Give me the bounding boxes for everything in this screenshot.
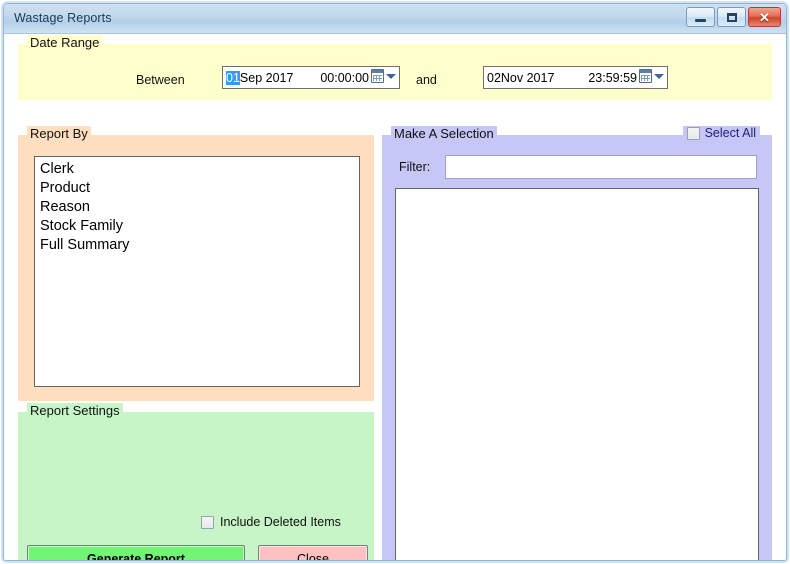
minimize-button[interactable] — [686, 7, 715, 27]
filter-input[interactable] — [445, 155, 757, 179]
close-button[interactable]: Close — [258, 545, 368, 560]
start-date-dropdown-button[interactable] — [371, 69, 396, 83]
window-title: Wastage Reports — [14, 11, 112, 25]
select-all-checkbox-row[interactable]: Select All — [682, 126, 760, 140]
select-all-label: Select All — [704, 126, 756, 140]
maximize-button[interactable] — [717, 7, 746, 27]
list-item[interactable]: Reason — [38, 198, 359, 217]
end-date-value[interactable]: 02 Nov 2017 — [484, 71, 554, 85]
close-window-button[interactable]: ✕ — [748, 7, 781, 27]
window-client-area: Date Range Between 01 Sep 2017 00:00:00 … — [4, 34, 786, 560]
report-settings-legend: Report Settings — [27, 403, 123, 418]
close-icon: ✕ — [759, 9, 770, 25]
end-date-dropdown-button[interactable] — [639, 69, 664, 83]
report-by-legend: Report By — [27, 126, 91, 141]
window-controls: ✕ — [686, 7, 781, 27]
end-date-picker[interactable]: 02 Nov 2017 23:59:59 — [483, 66, 668, 89]
start-date-rest[interactable]: Sep 2017 — [240, 71, 294, 85]
chevron-down-icon — [654, 73, 664, 79]
filter-label: Filter: — [399, 160, 431, 174]
maximize-icon — [726, 12, 737, 22]
start-date-picker[interactable]: 01 Sep 2017 00:00:00 — [222, 66, 400, 89]
include-deleted-items-checkbox[interactable] — [201, 515, 214, 529]
make-a-selection-group: Make A Selection Select All Filter: — [381, 126, 773, 560]
end-date-rest[interactable]: Nov 2017 — [501, 71, 555, 85]
start-time-value[interactable]: 00:00:00 — [320, 71, 375, 85]
report-by-listbox[interactable]: Clerk Product Reason Stock Family Full S… — [34, 156, 360, 387]
end-date-day[interactable]: 02 — [487, 71, 501, 85]
make-a-selection-legend: Make A Selection — [391, 126, 497, 141]
list-item[interactable]: Product — [38, 179, 359, 198]
end-time-value[interactable]: 23:59:59 — [588, 71, 643, 85]
list-item[interactable]: Full Summary — [38, 236, 359, 255]
include-deleted-items-checkbox-row[interactable]: Include Deleted Items — [201, 515, 341, 529]
window-titlebar[interactable]: Wastage Reports ✕ — [4, 4, 786, 34]
wastage-reports-window: Wastage Reports ✕ Date Range Between 01 … — [3, 3, 787, 561]
calendar-icon — [639, 69, 652, 83]
select-all-checkbox[interactable] — [686, 126, 700, 140]
between-label: Between — [136, 73, 185, 87]
minimize-icon — [695, 18, 706, 22]
generate-report-button[interactable]: Generate Report — [27, 545, 245, 560]
start-date-day[interactable]: 01 — [226, 70, 240, 85]
report-by-group: Report By Clerk Product Reason Stock Fam… — [17, 126, 375, 402]
date-range-group: Date Range Between 01 Sep 2017 00:00:00 … — [17, 35, 773, 101]
include-deleted-items-label: Include Deleted Items — [220, 515, 341, 529]
and-label: and — [416, 73, 437, 87]
report-settings-group: Report Settings Include Deleted Items Ge… — [17, 403, 375, 560]
selection-listbox[interactable] — [395, 188, 759, 560]
list-item[interactable]: Stock Family — [38, 217, 359, 236]
calendar-icon — [371, 69, 384, 83]
chevron-down-icon — [386, 73, 396, 79]
start-date-value[interactable]: 01 Sep 2017 — [223, 70, 294, 85]
list-item[interactable]: Clerk — [38, 160, 359, 179]
date-range-legend: Date Range — [27, 35, 103, 50]
